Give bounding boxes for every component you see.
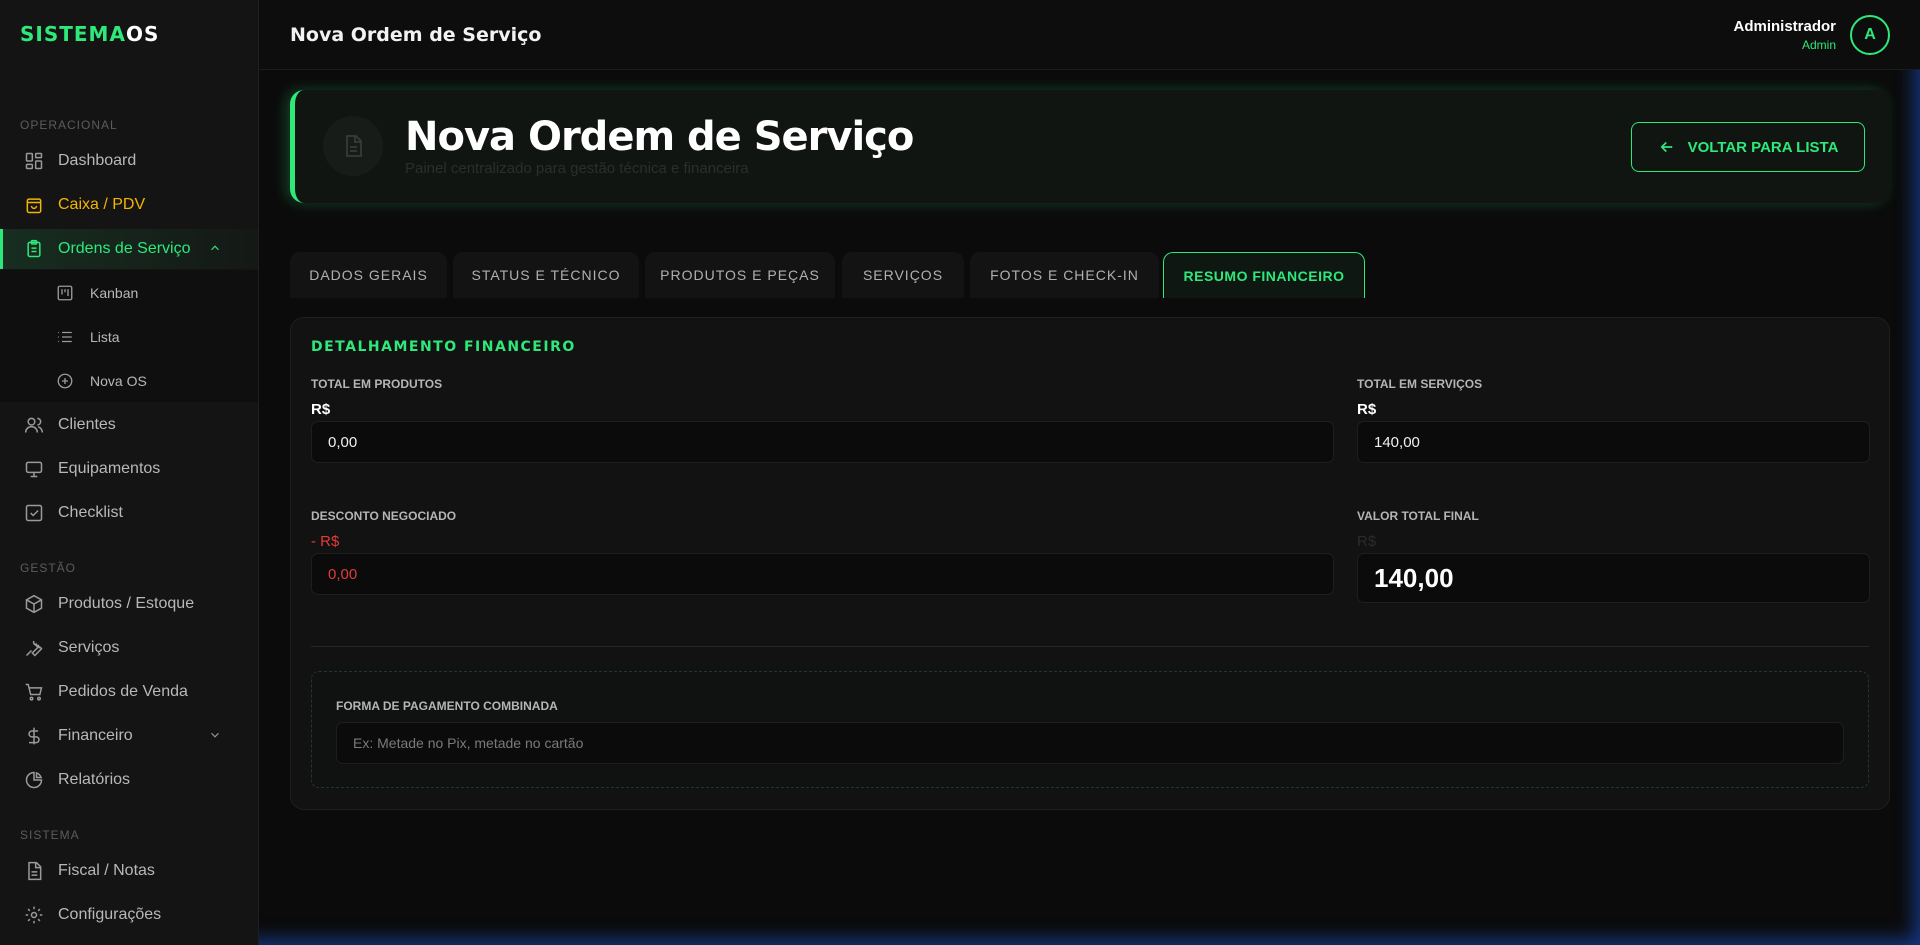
sidebar-item-label: Fiscal / Notas: [58, 862, 155, 879]
back-to-list-button[interactable]: VOLTAR PARA LISTA: [1631, 122, 1865, 172]
dollar-icon: [24, 726, 44, 746]
sidebar-item-checklist[interactable]: Checklist: [0, 493, 258, 533]
total-produtos-label: TOTAL EM PRODUTOS: [311, 377, 443, 391]
sidebar-subitem-label: Nova OS: [90, 373, 147, 389]
list-icon: [56, 328, 74, 346]
kanban-icon: [56, 284, 74, 302]
sidebar-item-equipamentos[interactable]: Equipamentos: [0, 449, 258, 489]
tab-resumo-financeiro[interactable]: RESUMO FINANCEIRO: [1163, 252, 1365, 298]
pagamento-label: FORMA DE PAGAMENTO COMBINADA: [336, 699, 558, 713]
logo-suffix: OS: [125, 22, 160, 46]
sidebar-item-label: Equipamentos: [58, 460, 161, 477]
package-icon: [24, 594, 44, 614]
sidebar-item-financeiro[interactable]: Financeiro: [0, 716, 258, 756]
total-servicos-prefix: R$: [1357, 401, 1377, 418]
desconto-field[interactable]: 0,00: [311, 553, 1334, 595]
sidebar-subitem-lista[interactable]: Lista: [0, 317, 258, 357]
monitor-icon: [24, 459, 44, 479]
sidebar-item-pedidos[interactable]: Pedidos de Venda: [0, 672, 258, 712]
dashboard-icon: [24, 151, 44, 171]
page-title: Nova Ordem de Serviço: [290, 24, 542, 46]
tab-fotos-checkin[interactable]: FOTOS E CHECK-IN: [970, 252, 1159, 298]
sidebar-item-ordens[interactable]: Ordens de Serviço: [0, 229, 258, 269]
chevron-down-icon: [211, 732, 219, 738]
sidebar-item-servicos[interactable]: Serviços: [0, 628, 258, 668]
desconto-prefix: - R$: [311, 533, 340, 550]
cart-icon: [24, 682, 44, 702]
tab-servicos[interactable]: SERVIÇOS: [842, 252, 964, 298]
sidebar-item-caixa[interactable]: Caixa / PDV: [0, 185, 258, 225]
sidebar-item-label: Caixa / PDV: [58, 196, 146, 213]
sidebar-item-label: Clientes: [58, 416, 116, 433]
sidebar-item-label: Financeiro: [58, 727, 133, 744]
valor-total-field: 140,00: [1357, 553, 1870, 603]
tab-produtos-pecas[interactable]: PRODUTOS E PEÇAS: [645, 252, 835, 298]
total-produtos-field[interactable]: 0,00: [311, 421, 1334, 463]
hero-title: Nova Ordem de Serviço: [405, 114, 914, 160]
sidebar-item-label: Dashboard: [58, 152, 137, 169]
sidebar-item-label: Ordens de Serviço: [58, 240, 191, 257]
app-logo[interactable]: SISTEMAOS: [20, 22, 159, 46]
sidebar-item-label: Serviços: [58, 639, 120, 656]
divider: [311, 646, 1869, 647]
app-window: SISTEMAOS OPERACIONAL Dashboard Caixa / …: [0, 0, 1920, 945]
tab-status-tecnico[interactable]: STATUS E TÉCNICO: [453, 252, 639, 298]
users-icon: [24, 415, 44, 435]
document-icon: [323, 116, 383, 176]
valor-total-label: VALOR TOTAL FINAL: [1357, 509, 1479, 523]
sidebar-item-label: Pedidos de Venda: [58, 683, 188, 700]
sidebar-item-label: Checklist: [58, 504, 123, 521]
finance-panel: DETALHAMENTO FINANCEIRO TOTAL EM PRODUTO…: [290, 317, 1890, 810]
pagamento-input[interactable]: [336, 722, 1844, 764]
hero-subtitle: Painel centralizado para gestão técnica …: [405, 160, 749, 177]
section-label-gestao: GESTÃO: [20, 561, 77, 575]
total-produtos-prefix: R$: [311, 401, 331, 418]
panel-title: DETALHAMENTO FINANCEIRO: [311, 339, 576, 355]
user-name: Administrador: [1733, 18, 1836, 35]
sidebar-item-label: Relatórios: [58, 771, 131, 788]
sidebar-subitem-kanban[interactable]: Kanban: [0, 273, 258, 313]
valor-total-prefix: R$: [1357, 533, 1377, 550]
file-text-icon: [24, 861, 44, 881]
clipboard-icon: [24, 239, 44, 259]
plus-circle-icon: [56, 372, 74, 390]
sidebar-item-clientes[interactable]: Clientes: [0, 405, 258, 445]
sidebar-item-fiscal[interactable]: Fiscal / Notas: [0, 851, 258, 891]
sidebar-item-relatorios[interactable]: Relatórios: [0, 760, 258, 800]
sidebar: SISTEMAOS OPERACIONAL Dashboard Caixa / …: [0, 0, 259, 945]
chevron-up-icon: [211, 245, 219, 251]
desconto-label: DESCONTO NEGOCIADO: [311, 509, 457, 523]
check-square-icon: [24, 503, 44, 523]
arrow-left-icon: [1660, 141, 1672, 153]
section-label-operacional: OPERACIONAL: [20, 118, 118, 132]
sidebar-item-produtos[interactable]: Produtos / Estoque: [0, 584, 258, 624]
payment-box: FORMA DE PAGAMENTO COMBINADA: [311, 671, 1869, 788]
sidebar-item-label: Configurações: [58, 906, 162, 923]
gear-icon: [24, 905, 44, 925]
total-servicos-label: TOTAL EM SERVIÇOS: [1357, 377, 1483, 391]
section-label-sistema: SISTEMA: [20, 828, 80, 842]
top-header: Nova Ordem de Serviço Administrador Admi…: [259, 0, 1920, 70]
sidebar-item-label: Produtos / Estoque: [58, 595, 195, 612]
user-info: Administrador Admin: [1733, 18, 1836, 52]
logo-main: SISTEMA: [20, 22, 126, 46]
sidebar-subitem-label: Kanban: [90, 285, 139, 301]
sidebar-subitem-nova-os[interactable]: Nova OS: [0, 361, 258, 401]
avatar[interactable]: A: [1850, 15, 1890, 55]
sidebar-item-dashboard[interactable]: Dashboard: [0, 141, 258, 181]
sidebar-subitem-label: Lista: [90, 329, 120, 345]
total-servicos-field[interactable]: 140,00: [1357, 421, 1870, 463]
shopping-bag-icon: [24, 195, 44, 215]
wrench-icon: [24, 638, 44, 658]
hero-card: Nova Ordem de Serviço Painel centralizad…: [290, 90, 1890, 203]
user-role: Admin: [1801, 38, 1836, 52]
sidebar-item-configuracoes[interactable]: Configurações: [0, 895, 258, 935]
submenu-ordens: Kanban Lista Nova OS: [0, 270, 258, 402]
back-button-label: VOLTAR PARA LISTA: [1687, 138, 1839, 156]
tab-dados-gerais[interactable]: DADOS GERAIS: [290, 252, 447, 298]
pie-chart-icon: [24, 770, 44, 790]
